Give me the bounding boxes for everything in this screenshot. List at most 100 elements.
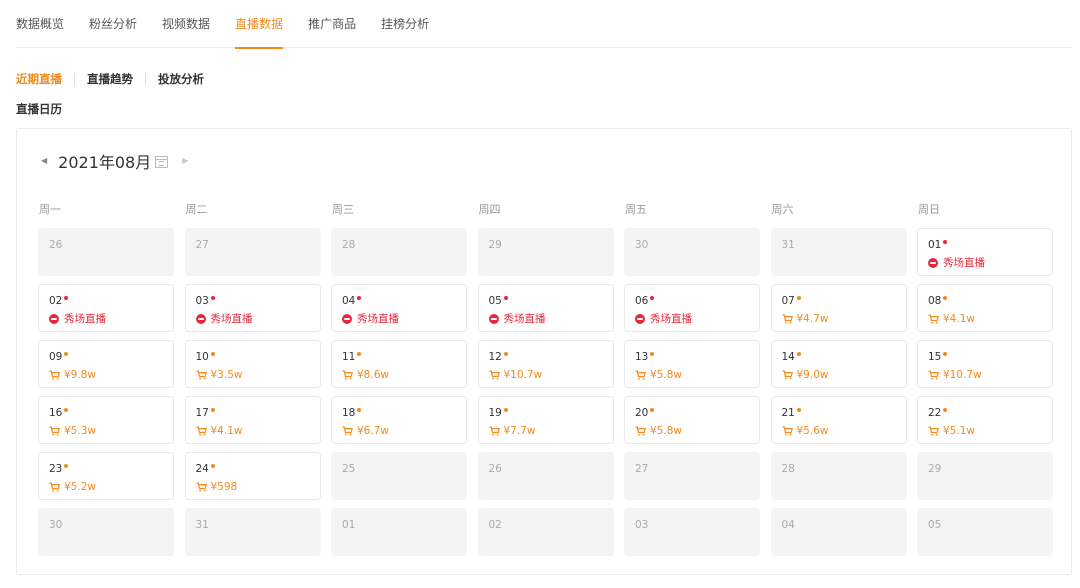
calendar-day-cell[interactable]: 09 ¥9.8w xyxy=(38,340,174,388)
sales-amount: ¥4.1w xyxy=(928,313,1052,325)
calendar-day-cell[interactable]: 24 ¥598 xyxy=(184,452,321,500)
calendar-day-cell[interactable]: 21 ¥5.6w xyxy=(770,396,907,444)
status-dot xyxy=(943,352,948,356)
day-number-text: 10 xyxy=(195,351,209,363)
calendar-day-cell[interactable]: 04 秀场直播 xyxy=(331,284,467,332)
cell-info-text: 秀场直播 xyxy=(650,313,692,325)
day-number-text: 05 xyxy=(488,295,502,307)
tab-promoted-products[interactable]: 推广商品 xyxy=(308,0,356,48)
day-number: 30 xyxy=(635,239,760,251)
day-number: 16 xyxy=(49,407,173,419)
status-dot xyxy=(796,408,801,412)
live-badge: 秀场直播 xyxy=(928,257,1052,269)
day-number-text: 30 xyxy=(49,519,63,531)
calendar-day-cell[interactable]: 17 ¥4.1w xyxy=(184,396,321,444)
sales-amount: ¥5.1w xyxy=(928,425,1052,437)
cell-info-text: ¥5.8w xyxy=(650,425,682,437)
calendar-day-cell[interactable]: 19 ¥7.7w xyxy=(477,396,614,444)
status-dot xyxy=(503,296,508,300)
calendar-icon[interactable] xyxy=(155,156,169,168)
subtab-divider xyxy=(145,73,146,85)
subtab-live-trend[interactable]: 直播趋势 xyxy=(87,71,133,87)
status-dot xyxy=(210,352,215,356)
month-label: 2021年08月 xyxy=(58,153,152,172)
cell-info-text: 秀场直播 xyxy=(210,313,253,325)
cell-info-text: ¥5.1w xyxy=(943,425,975,437)
day-number: 09 xyxy=(49,351,173,363)
status-dot xyxy=(796,352,801,356)
calendar-day-cell[interactable]: 11 ¥8.6w xyxy=(331,340,467,388)
day-number: 28 xyxy=(342,239,467,251)
day-number: 06 xyxy=(635,295,759,307)
day-number: 24 xyxy=(196,463,320,475)
subtab-recent-live[interactable]: 近期直播 xyxy=(16,71,62,87)
sales-amount: ¥4.7w xyxy=(782,313,906,325)
calendar-day-cell[interactable]: 18 ¥6.7w xyxy=(331,396,467,444)
calendar-day-cell[interactable]: 06 秀场直播 xyxy=(624,284,760,332)
calendar-day-cell[interactable]: 15 ¥10.7w xyxy=(917,340,1053,388)
day-number: 12 xyxy=(489,351,613,363)
day-number-text: 26 xyxy=(49,239,63,251)
calendar-day-cell[interactable]: 05 秀场直播 xyxy=(477,284,614,332)
day-number: 03 xyxy=(196,295,320,307)
tab-live-data[interactable]: 直播数据 xyxy=(235,0,284,49)
day-number: 19 xyxy=(489,407,613,419)
live-icon xyxy=(195,314,206,324)
caret-left-icon[interactable]: ◀ xyxy=(41,151,47,171)
calendar-day-cell-outside: 31 xyxy=(184,508,321,556)
calendar-day-cell-outside: 25 xyxy=(331,452,467,500)
status-dot xyxy=(650,352,655,356)
live-badge: 秀场直播 xyxy=(342,313,466,325)
calendar-day-cell-outside: 28 xyxy=(770,452,907,500)
calendar-day-cell-outside: 28 xyxy=(331,228,467,276)
calendar-day-cell[interactable]: 23 ¥5.2w xyxy=(38,452,174,500)
calendar-day-cell[interactable]: 08 ¥4.1w xyxy=(917,284,1053,332)
cell-info-text: 秀场直播 xyxy=(357,313,399,325)
calendar-day-cell[interactable]: 07 ¥4.7w xyxy=(770,284,907,332)
cell-info-text: ¥4.1w xyxy=(210,425,243,437)
status-dot xyxy=(210,464,215,468)
calendar-day-cell[interactable]: 16 ¥5.3w xyxy=(38,396,174,444)
day-number: 30 xyxy=(49,519,174,531)
day-number: 01 xyxy=(342,519,467,531)
calendar-day-cell[interactable]: 12 ¥10.7w xyxy=(477,340,614,388)
cart-icon xyxy=(342,426,353,436)
cell-info-text: 秀场直播 xyxy=(943,257,985,269)
day-number-text: 20 xyxy=(635,407,649,419)
live-badge: 秀场直播 xyxy=(488,313,613,325)
cart-icon xyxy=(928,426,939,436)
day-number-text: 06 xyxy=(635,295,649,307)
tab-ranking-analysis[interactable]: 挂榜分析 xyxy=(381,0,429,48)
day-number: 11 xyxy=(342,351,466,363)
cart-icon xyxy=(49,370,60,380)
status-dot xyxy=(64,464,69,468)
caret-right-icon[interactable]: ▶ xyxy=(182,151,188,171)
tab-data-overview[interactable]: 数据概览 xyxy=(16,0,64,48)
status-dot xyxy=(210,296,215,300)
subtab-ad-analysis[interactable]: 投放分析 xyxy=(158,71,204,87)
day-number-text: 17 xyxy=(195,407,209,419)
day-number: 07 xyxy=(782,295,906,307)
cell-info-text: ¥4.1w xyxy=(943,313,975,325)
calendar-day-cell[interactable]: 14 ¥9.0w xyxy=(770,340,907,388)
cart-icon xyxy=(489,426,500,436)
tab-fan-analysis[interactable]: 粉丝分析 xyxy=(89,0,137,48)
calendar-day-cell[interactable]: 20 ¥5.8w xyxy=(624,396,760,444)
cart-icon xyxy=(928,314,939,324)
calendar-day-cell[interactable]: 22 ¥5.1w xyxy=(917,396,1053,444)
calendar-day-cell[interactable]: 03 秀场直播 xyxy=(184,284,321,332)
calendar-day-cell[interactable]: 01 秀场直播 xyxy=(917,228,1053,276)
cart-icon xyxy=(928,370,939,380)
day-number: 15 xyxy=(928,351,1052,363)
sales-amount: ¥598 xyxy=(196,481,320,493)
calendar-day-cell[interactable]: 13 ¥5.8w xyxy=(624,340,760,388)
live-icon xyxy=(928,258,938,268)
sales-amount: ¥5.2w xyxy=(49,481,173,493)
tab-video-data[interactable]: 视频数据 xyxy=(162,0,210,48)
cell-info-text: ¥8.6w xyxy=(357,369,389,381)
day-number-text: 27 xyxy=(635,463,649,475)
sales-amount: ¥8.6w xyxy=(342,369,466,381)
day-number-text: 14 xyxy=(781,351,795,363)
calendar-day-cell[interactable]: 02 秀场直播 xyxy=(38,284,174,332)
calendar-day-cell[interactable]: 10 ¥3.5w xyxy=(184,340,321,388)
